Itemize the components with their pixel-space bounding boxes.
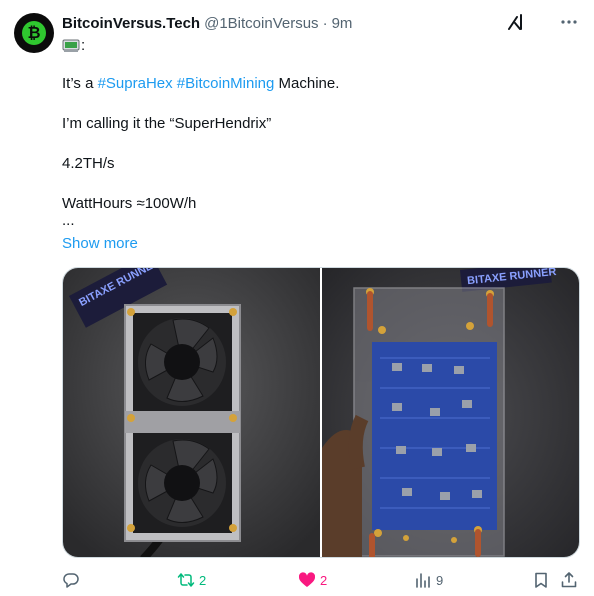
tweet-line-4: WattHours ≈100W/h (62, 195, 197, 212)
views-count: 9 (436, 572, 444, 588)
like-count: 2 (320, 572, 328, 588)
author-display-name[interactable]: BitcoinVersus.Tech (62, 15, 200, 32)
hashtag-bitcoinmining[interactable]: #BitcoinMining (177, 75, 275, 92)
views-chart-icon (416, 573, 430, 588)
tweet-card[interactable]: ₿ BitcoinVersus.Tech @1BitcoinVersus · 9… (0, 0, 594, 596)
photo-left[interactable]: BITAXE RUNNER (63, 268, 320, 557)
line1-suffix: Machine. (274, 75, 340, 92)
bitcoin-logo-icon: ₿ (22, 21, 46, 45)
more-options-icon[interactable] (558, 11, 580, 33)
reply-button[interactable] (62, 570, 84, 590)
photo-right[interactable]: BITAXE RUNNER (322, 268, 579, 557)
separator-dot: · (322, 14, 328, 32)
avatar[interactable]: ₿ (14, 13, 54, 53)
tweet-line-2: I’m calling it the “SuperHendrix” (62, 115, 272, 132)
tweet-actions: 2 2 9 (62, 570, 582, 590)
show-more-link[interactable]: Show more (62, 234, 138, 254)
views-button[interactable]: 9 (414, 570, 443, 590)
grok-icon[interactable] (506, 12, 526, 32)
emoji-line: : (62, 36, 85, 56)
repost-icon (177, 573, 195, 587)
heart-icon (298, 572, 316, 587)
media-grid: BITAXE RUNNER BITAXE RUNNER (62, 267, 580, 558)
share-icon (561, 572, 577, 588)
line1-prefix: It’s a (62, 75, 98, 92)
hashtag-suprahex[interactable]: #SupraHex (98, 75, 173, 92)
tweet-line-1: It’s a #SupraHex #BitcoinMining Machine. (62, 74, 339, 94)
reply-icon (63, 573, 79, 588)
computer-emoji-icon (62, 39, 80, 53)
bookmark-button[interactable] (532, 570, 550, 590)
tweet-timestamp[interactable]: 9m (332, 15, 353, 32)
bookmark-icon (535, 572, 547, 588)
avatar-glyph: ₿ (27, 23, 41, 42)
tweet-line-5: ... (62, 212, 75, 229)
repost-count: 2 (199, 572, 207, 588)
like-button[interactable]: 2 (298, 570, 327, 590)
share-button[interactable] (560, 570, 578, 590)
tweet-line-3: 4.2TH/s (62, 155, 115, 172)
repost-button[interactable]: 2 (177, 570, 206, 590)
author-handle[interactable]: @1BitcoinVersus (204, 15, 318, 32)
tweet-header: BitcoinVersus.Tech @1BitcoinVersus · 9m (62, 13, 352, 33)
emoji-line-text: : (81, 37, 86, 54)
